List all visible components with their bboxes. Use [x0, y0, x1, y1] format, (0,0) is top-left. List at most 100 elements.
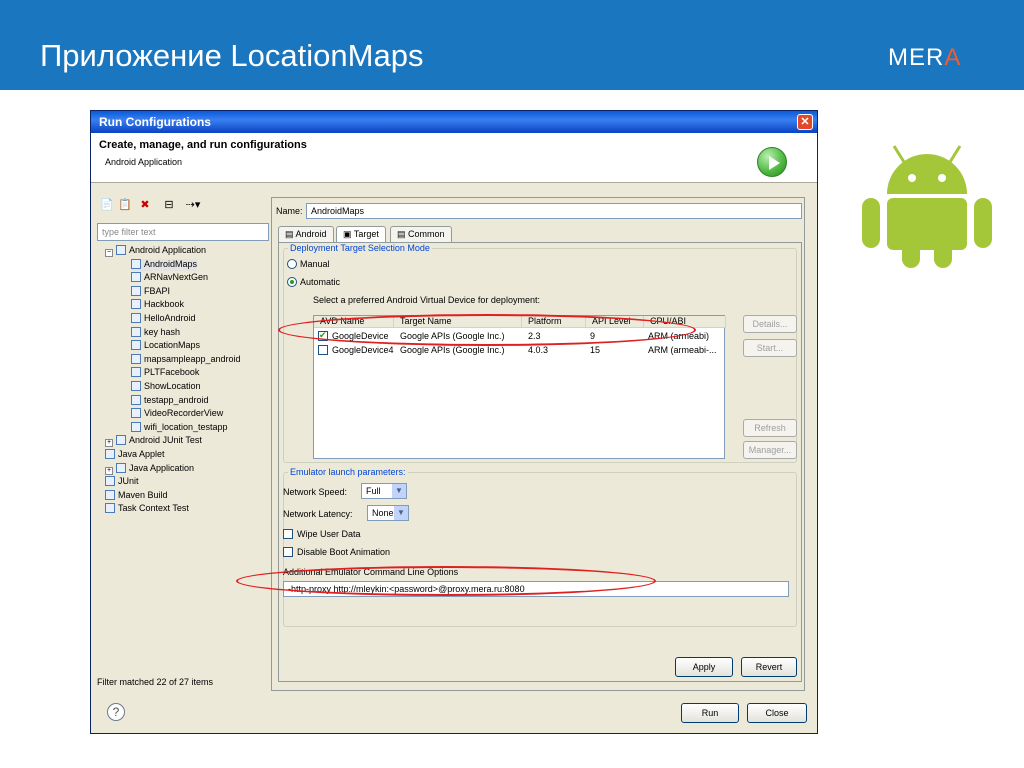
- config-type-icon: [105, 503, 115, 514]
- tree-item[interactable]: JUnit: [105, 476, 139, 488]
- tree-item[interactable]: VideoRecorderView: [131, 408, 223, 420]
- disable-boot-checkbox[interactable]: Disable Boot Animation: [283, 547, 390, 557]
- avd-name: GoogleDevice4: [332, 345, 394, 355]
- config-list-panel: 📄 📋 ✖ ⊟ ⇢▾ type filter text − Android App…: [97, 197, 269, 691]
- config-type-icon: [131, 421, 141, 432]
- window-title: Run Configurations: [99, 115, 211, 129]
- window-title-bar: Run Configurations ✕: [91, 111, 817, 133]
- slide-title-bar: Приложение LocationMaps MERA: [0, 0, 1024, 90]
- tree-item[interactable]: Hackbook: [131, 299, 184, 311]
- avd-cpu: ARM (armeabi-...: [648, 345, 717, 355]
- tree-item[interactable]: + Java Application: [105, 462, 194, 475]
- tree-item[interactable]: HelloAndroid: [131, 313, 196, 325]
- expand-icon[interactable]: +: [105, 466, 113, 475]
- close-button[interactable]: Close: [747, 703, 807, 723]
- tree-item[interactable]: Task Context Test: [105, 503, 189, 515]
- tree-item-label: wifi_location_testapp: [144, 421, 228, 432]
- network-latency-select[interactable]: None ▼: [367, 505, 409, 521]
- config-type-icon: [105, 489, 115, 500]
- tree-item[interactable]: Java Applet: [105, 449, 165, 461]
- tree-item[interactable]: LocationMaps: [131, 340, 200, 352]
- checkbox: [283, 529, 293, 539]
- tree-item[interactable]: key hash: [131, 326, 180, 339]
- tree-item-label: Android Application: [129, 245, 207, 255]
- refresh-button[interactable]: Refresh: [743, 419, 797, 437]
- manager-button[interactable]: Manager...: [743, 441, 797, 459]
- config-type-icon: [116, 245, 126, 255]
- network-speed-select[interactable]: Full ▼: [361, 483, 407, 499]
- avd-row-checkbox[interactable]: [318, 345, 328, 355]
- automatic-radio[interactable]: Automatic: [287, 277, 340, 287]
- tree-item[interactable]: AndroidMaps: [131, 258, 198, 271]
- collapse-all-icon[interactable]: ⊟: [161, 197, 177, 213]
- avd-api: 15: [590, 345, 601, 355]
- tab-common[interactable]: ▤ Common: [390, 226, 452, 242]
- config-type-icon: [105, 449, 115, 459]
- wipe-user-data-checkbox[interactable]: Wipe User Data: [283, 529, 361, 539]
- tree-item-label: Task Context Test: [118, 503, 189, 514]
- automatic-label: Automatic: [300, 277, 341, 287]
- android-body: [887, 198, 967, 250]
- dialog-header: Create, manage, and run configurations A…: [91, 133, 817, 183]
- tree-item[interactable]: wifi_location_testapp: [131, 421, 228, 434]
- new-config-icon[interactable]: 📄: [99, 197, 115, 213]
- tree-item-label: LocationMaps: [144, 340, 201, 351]
- details-button[interactable]: Details...: [743, 315, 797, 333]
- help-icon[interactable]: ?: [107, 703, 125, 721]
- network-speed-label: Network Speed:: [283, 487, 348, 497]
- config-type-icon: [131, 381, 141, 391]
- avd-row-1[interactable]: GoogleDevice4: [318, 345, 394, 355]
- tree-item-label: VideoRecorderView: [144, 408, 224, 419]
- manual-radio[interactable]: Manual: [287, 259, 330, 269]
- tree-item[interactable]: PLTFacebook: [131, 367, 199, 379]
- tab-target[interactable]: ▣ Target: [336, 226, 386, 242]
- tree-item[interactable]: mapsampleapp_android: [131, 353, 241, 366]
- filter-input[interactable]: type filter text: [97, 223, 269, 241]
- filter-menu-icon[interactable]: ⇢▾: [179, 197, 207, 213]
- emulator-legend: Emulator launch parameters:: [290, 467, 406, 477]
- delete-icon[interactable]: ✖: [137, 197, 153, 213]
- disable-boot-label: Disable Boot Animation: [297, 547, 391, 557]
- config-type-icon: [131, 326, 141, 337]
- close-icon[interactable]: ✕: [797, 114, 813, 130]
- network-speed-value: Full: [366, 486, 381, 496]
- expand-icon[interactable]: +: [105, 439, 113, 448]
- tree-item[interactable]: + Android JUnit Test: [105, 435, 202, 448]
- tree-item[interactable]: ARNavNextGen: [131, 272, 208, 284]
- tree-item[interactable]: − Android Application: [105, 245, 206, 257]
- config-type-icon: [116, 435, 126, 446]
- tree-item[interactable]: Maven Build: [105, 489, 168, 502]
- tab-target-label: Target: [353, 229, 379, 239]
- logo-main: MER: [888, 44, 945, 71]
- tree-item[interactable]: ShowLocation: [131, 381, 201, 393]
- start-button[interactable]: Start...: [743, 339, 797, 357]
- tree-item-label: testapp_android: [144, 394, 209, 405]
- name-input[interactable]: AndroidMaps: [306, 203, 802, 219]
- tab-android[interactable]: ▤ Android: [278, 226, 334, 242]
- tree-item-label: Android JUnit Test: [129, 435, 202, 446]
- filter-status: Filter matched 22 of 27 items: [97, 677, 214, 687]
- collapse-icon[interactable]: −: [105, 249, 113, 257]
- config-tree: − Android Application AndroidMaps ARNavNext…: [97, 245, 269, 675]
- config-type-icon: [105, 476, 115, 487]
- config-type-icon: [131, 394, 141, 405]
- android-right-arm: [974, 198, 992, 248]
- run-button[interactable]: Run: [681, 703, 739, 723]
- duplicate-icon[interactable]: 📋: [117, 197, 133, 213]
- tree-item-label: PLTFacebook: [144, 367, 200, 378]
- config-type-icon: [131, 408, 141, 419]
- tree-item[interactable]: testapp_android: [131, 394, 209, 407]
- mera-logo: MERA: [888, 44, 961, 72]
- apply-button[interactable]: Apply: [675, 657, 733, 677]
- tree-item[interactable]: FBAPI: [131, 285, 170, 298]
- config-type-icon: [131, 258, 141, 269]
- tree-item-label: ShowLocation: [144, 381, 201, 391]
- config-type-icon: [131, 285, 141, 296]
- header-title: Create, manage, and run configurations: [99, 139, 307, 151]
- tab-android-label: Android: [295, 229, 327, 239]
- name-label: Name:: [276, 206, 303, 216]
- config-type-icon: [131, 313, 141, 323]
- tree-item-label: Hackbook: [144, 299, 185, 310]
- revert-button[interactable]: Revert: [741, 657, 797, 677]
- android-left-arm: [862, 198, 880, 248]
